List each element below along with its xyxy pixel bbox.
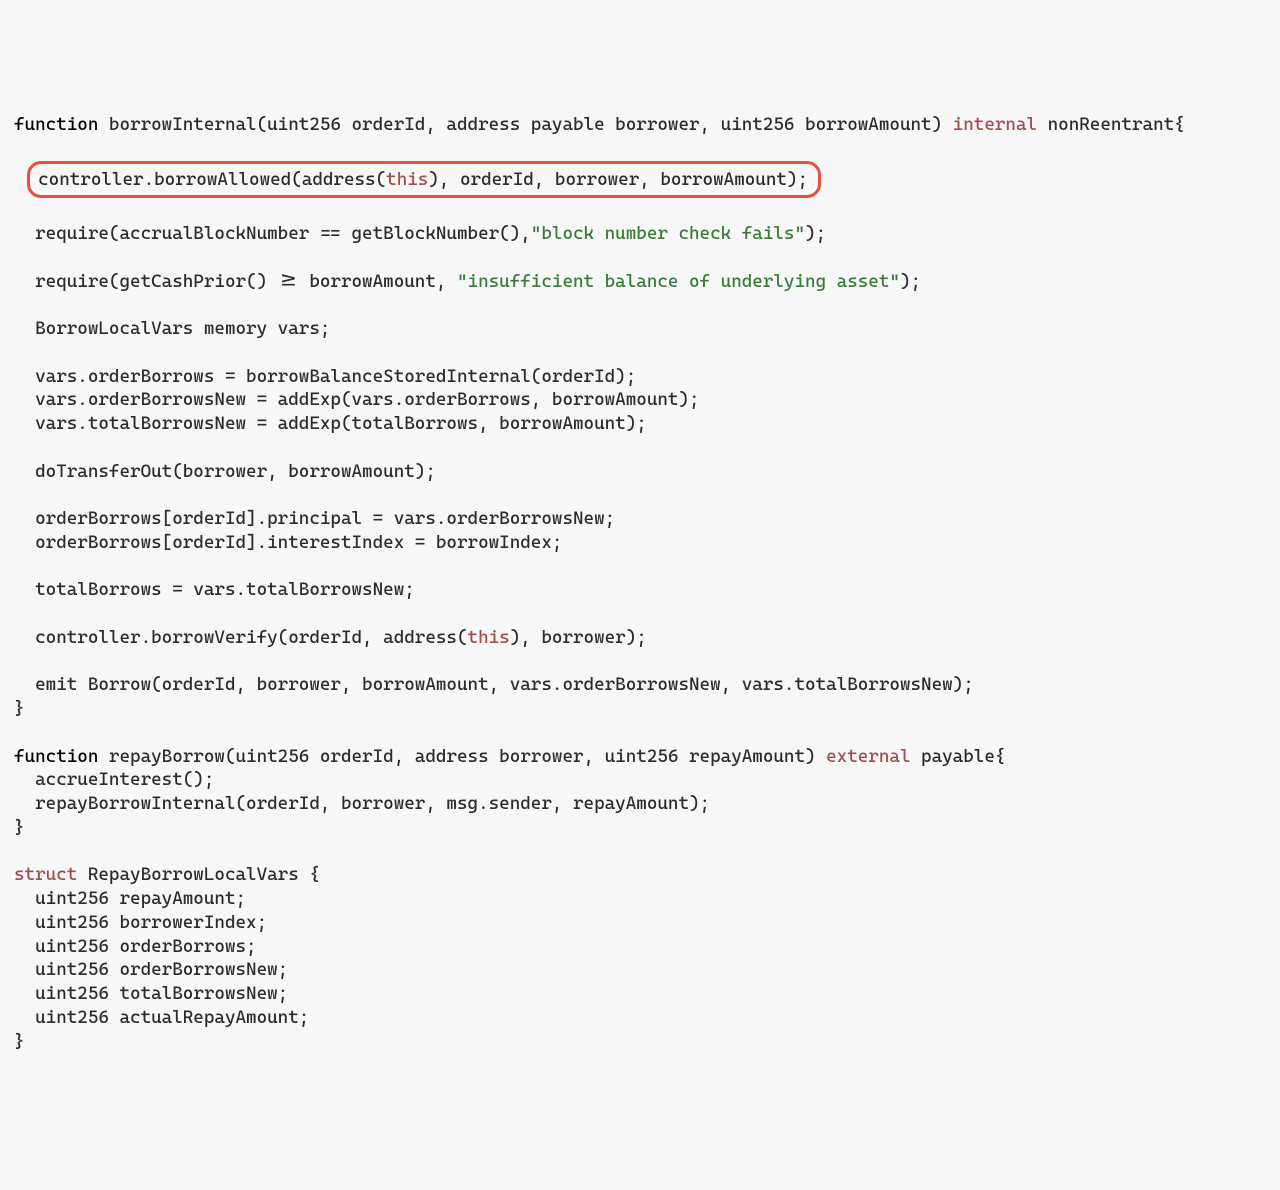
close-brace-3: }: [14, 1031, 25, 1052]
signature-repayBorrow-a: repayBorrow(uint256 orderId, address bor…: [98, 746, 826, 767]
keyword-struct: struct: [14, 864, 77, 885]
vars-declaration: BorrowLocalVars memory vars;: [35, 318, 330, 339]
struct-name: RepayBorrowLocalVars {: [77, 864, 320, 885]
signature-borrowInternal-part1: borrowInternal(uint256 orderId, address …: [98, 114, 952, 135]
modifier-internal: internal: [953, 114, 1037, 135]
transfer-out: doTransferOut(borrower, borrowAmount);: [35, 461, 436, 482]
require-2-a: require(getCashPrior() >= borrowAmount,: [35, 271, 457, 292]
string-block-number: "block number check fails": [531, 223, 805, 244]
repay-internal: repayBorrowInternal(orderId, borrower, m…: [35, 793, 710, 814]
highlighted-line: controller.borrowAllowed(address(this), …: [27, 161, 821, 199]
signature-repayBorrow-b: payable{: [910, 746, 1005, 767]
struct-field-3: uint256 orderBorrows;: [35, 936, 256, 957]
close-brace-2: }: [14, 817, 25, 838]
assign-1: vars.orderBorrows = borrowBalanceStoredI…: [35, 366, 636, 387]
struct-field-4: uint256 orderBorrowsNew;: [35, 959, 288, 980]
close-brace-1: }: [14, 698, 25, 719]
total-borrows: totalBorrows = vars.totalBorrowsNew;: [35, 579, 415, 600]
struct-field-6: uint256 actualRepayAmount;: [35, 1007, 309, 1028]
keyword-this-2: this: [468, 627, 510, 648]
verify-a: controller.borrowVerify(orderId, address…: [35, 627, 467, 648]
keyword-this: this: [386, 169, 428, 190]
string-insufficient: "insufficient balance of underlying asse…: [457, 271, 900, 292]
boxed-text-a: controller.borrowAllowed(address(: [38, 169, 386, 190]
struct-field-1: uint256 repayAmount;: [35, 888, 246, 909]
emit-borrow: emit Borrow(orderId, borrower, borrowAmo…: [35, 674, 974, 695]
accrue-interest: accrueInterest();: [35, 769, 214, 790]
boxed-text-b: ), orderId, borrower, borrowAmount);: [428, 169, 808, 190]
code-block: function borrowInternal(uint256 orderId,…: [14, 113, 1266, 1053]
signature-borrowInternal-part2: nonReentrant{: [1037, 114, 1185, 135]
require-1-a: require(accrualBlockNumber == getBlockNu…: [35, 223, 531, 244]
keyword-function: function: [14, 114, 98, 135]
verify-b: ), borrower);: [510, 627, 647, 648]
require-2-b: );: [900, 271, 921, 292]
modifier-external: external: [826, 746, 910, 767]
order-2: orderBorrows[orderId].interestIndex = bo…: [35, 532, 562, 553]
struct-field-2: uint256 borrowerIndex;: [35, 912, 267, 933]
assign-3: vars.totalBorrowsNew = addExp(totalBorro…: [35, 413, 647, 434]
order-1: orderBorrows[orderId].principal = vars.o…: [35, 508, 615, 529]
struct-field-5: uint256 totalBorrowsNew;: [35, 983, 288, 1004]
keyword-function-2: function: [14, 746, 98, 767]
require-1-b: );: [805, 223, 826, 244]
assign-2: vars.orderBorrowsNew = addExp(vars.order…: [35, 389, 699, 410]
